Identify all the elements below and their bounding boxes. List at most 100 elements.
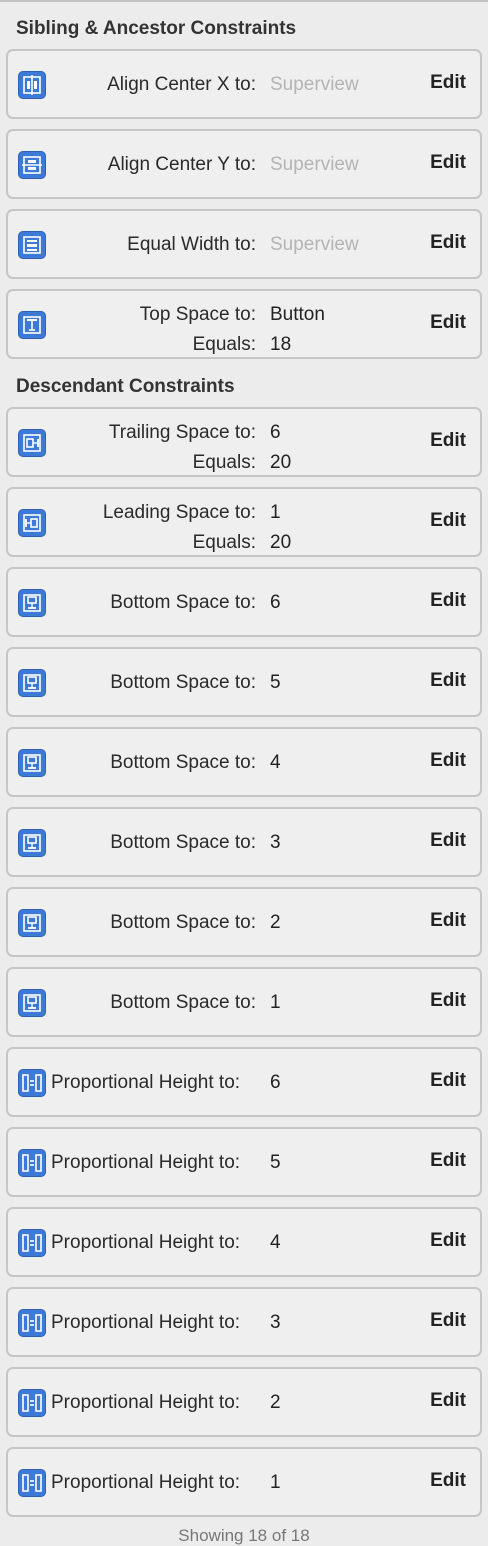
edit-button[interactable]: Edit [430, 510, 466, 532]
constraint-label: Bottom Space to: [110, 912, 256, 933]
constraint-card-top-space: Top Space to: Button Equals: 18 Edit [6, 289, 482, 359]
constraint-card-equal-width: Equal Width to: Superview Edit [6, 209, 482, 279]
edit-button[interactable]: Edit [430, 430, 466, 452]
proportional-height-icon[interactable] [18, 1389, 46, 1417]
constraint-target[interactable]: 1 [270, 502, 281, 524]
constraint-target[interactable]: 3 [270, 832, 281, 854]
proportional-height-icon[interactable] [18, 1069, 46, 1097]
trailing-space-icon[interactable] [18, 429, 46, 457]
constraint-target-placeholder[interactable]: Superview [270, 154, 359, 176]
constraint-card-bottom-space: Bottom Space to: 5 Edit [6, 647, 482, 717]
constraint-label: Proportional Height to: [51, 1152, 241, 1173]
constraint-target-placeholder[interactable]: Superview [270, 234, 359, 256]
constraint-equals-label: Equals: [192, 532, 256, 553]
edit-button[interactable]: Edit [430, 910, 466, 932]
edit-button[interactable]: Edit [430, 152, 466, 174]
constraint-card-leading-space: Leading Space to: 1 Equals: 20 Edit [6, 487, 482, 557]
constraint-card-align-center-y: Align Center Y to: Superview Edit [6, 129, 482, 199]
constraint-label: Bottom Space to: [110, 992, 256, 1013]
constraint-card-proportional-height: Proportional Height to: 3 Edit [6, 1287, 482, 1357]
constraint-label: Bottom Space to: [110, 672, 256, 693]
top-space-icon[interactable] [18, 311, 46, 339]
bottom-space-icon[interactable] [18, 749, 46, 777]
constraint-target[interactable]: 4 [270, 1232, 281, 1254]
constraint-card-trailing-space: Trailing Space to: 6 Equals: 20 Edit [6, 407, 482, 477]
constraint-card-proportional-height: Proportional Height to: 6 Edit [6, 1047, 482, 1117]
constraint-label: Bottom Space to: [110, 592, 256, 613]
constraint-label: Trailing Space to: [108, 422, 256, 443]
section-header-descendant: Descendant Constraints [16, 376, 235, 397]
constraint-card-proportional-height: Proportional Height to: 5 Edit [6, 1127, 482, 1197]
equal-width-icon[interactable] [18, 231, 46, 259]
edit-button[interactable]: Edit [430, 1390, 466, 1412]
constraint-card-bottom-space: Bottom Space to: 4 Edit [6, 727, 482, 797]
edit-button[interactable]: Edit [430, 750, 466, 772]
constraint-label: Align Center Y to: [107, 154, 256, 175]
constraint-label: Equal Width to: [127, 234, 256, 255]
constraint-label: Proportional Height to: [51, 1392, 241, 1413]
constraint-label: Top Space to: [139, 304, 256, 325]
constraint-label: Proportional Height to: [51, 1232, 241, 1253]
edit-button[interactable]: Edit [430, 1150, 466, 1172]
constraint-label: Proportional Height to: [51, 1312, 241, 1333]
constraint-target[interactable]: 6 [270, 422, 281, 444]
bottom-space-icon[interactable] [18, 829, 46, 857]
constraint-target[interactable]: 4 [270, 752, 281, 774]
bottom-space-icon[interactable] [18, 989, 46, 1017]
constraint-card-bottom-space: Bottom Space to: 3 Edit [6, 807, 482, 877]
constraint-card-bottom-space: Bottom Space to: 1 Edit [6, 967, 482, 1037]
edit-button[interactable]: Edit [430, 72, 466, 94]
top-divider [0, 0, 488, 2]
constraint-target[interactable]: 5 [270, 672, 281, 694]
constraint-card-proportional-height: Proportional Height to: 1 Edit [6, 1447, 482, 1517]
leading-space-icon[interactable] [18, 509, 46, 537]
proportional-height-icon[interactable] [18, 1149, 46, 1177]
constraint-target[interactable]: 3 [270, 1312, 281, 1334]
constraint-equals-label: Equals: [192, 334, 256, 355]
constraint-label: Proportional Height to: [51, 1072, 241, 1093]
constraint-card-proportional-height: Proportional Height to: 2 Edit [6, 1367, 482, 1437]
constraint-label: Bottom Space to: [110, 752, 256, 773]
constraint-target[interactable]: 6 [270, 592, 281, 614]
constraint-target-placeholder[interactable]: Superview [270, 74, 359, 96]
edit-button[interactable]: Edit [430, 1230, 466, 1252]
constraint-target[interactable]: 2 [270, 1392, 281, 1414]
bottom-space-icon[interactable] [18, 909, 46, 937]
constraint-constant[interactable]: 20 [270, 532, 291, 554]
edit-button[interactable]: Edit [430, 590, 466, 612]
section-header-sibling-ancestor: Sibling & Ancestor Constraints [16, 18, 297, 39]
constraint-label: Proportional Height to: [51, 1472, 241, 1493]
constraint-label: Bottom Space to: [110, 832, 256, 853]
bottom-space-icon[interactable] [18, 669, 46, 697]
edit-button[interactable]: Edit [430, 1070, 466, 1092]
constraint-card-bottom-space: Bottom Space to: 2 Edit [6, 887, 482, 957]
constraint-target[interactable]: 6 [270, 1072, 281, 1094]
edit-button[interactable]: Edit [430, 990, 466, 1012]
constraint-label: Align Center X to: [107, 74, 256, 95]
constraint-equals-label: Equals: [192, 452, 256, 473]
constraint-target[interactable]: Button [270, 304, 325, 326]
constraint-label: Leading Space to: [102, 502, 256, 523]
constraint-card-proportional-height: Proportional Height to: 4 Edit [6, 1207, 482, 1277]
constraint-target[interactable]: 2 [270, 912, 281, 934]
align-center-y-icon[interactable] [18, 151, 46, 179]
edit-button[interactable]: Edit [430, 312, 466, 334]
constraint-count-footer: Showing 18 of 18 [178, 1526, 310, 1545]
proportional-height-icon[interactable] [18, 1309, 46, 1337]
bottom-space-icon[interactable] [18, 589, 46, 617]
edit-button[interactable]: Edit [430, 1310, 466, 1332]
edit-button[interactable]: Edit [430, 830, 466, 852]
edit-button[interactable]: Edit [430, 1470, 466, 1492]
constraint-constant[interactable]: 20 [270, 452, 291, 474]
constraint-target[interactable]: 1 [270, 992, 281, 1014]
constraint-constant[interactable]: 18 [270, 334, 291, 356]
align-center-x-icon[interactable] [18, 71, 46, 99]
constraint-target[interactable]: 5 [270, 1152, 281, 1174]
edit-button[interactable]: Edit [430, 232, 466, 254]
proportional-height-icon[interactable] [18, 1229, 46, 1257]
proportional-height-icon[interactable] [18, 1469, 46, 1497]
constraint-target[interactable]: 1 [270, 1472, 281, 1494]
constraint-card-bottom-space: Bottom Space to: 6 Edit [6, 567, 482, 637]
edit-button[interactable]: Edit [430, 670, 466, 692]
constraint-card-align-center-x: Align Center X to: Superview Edit [6, 49, 482, 119]
